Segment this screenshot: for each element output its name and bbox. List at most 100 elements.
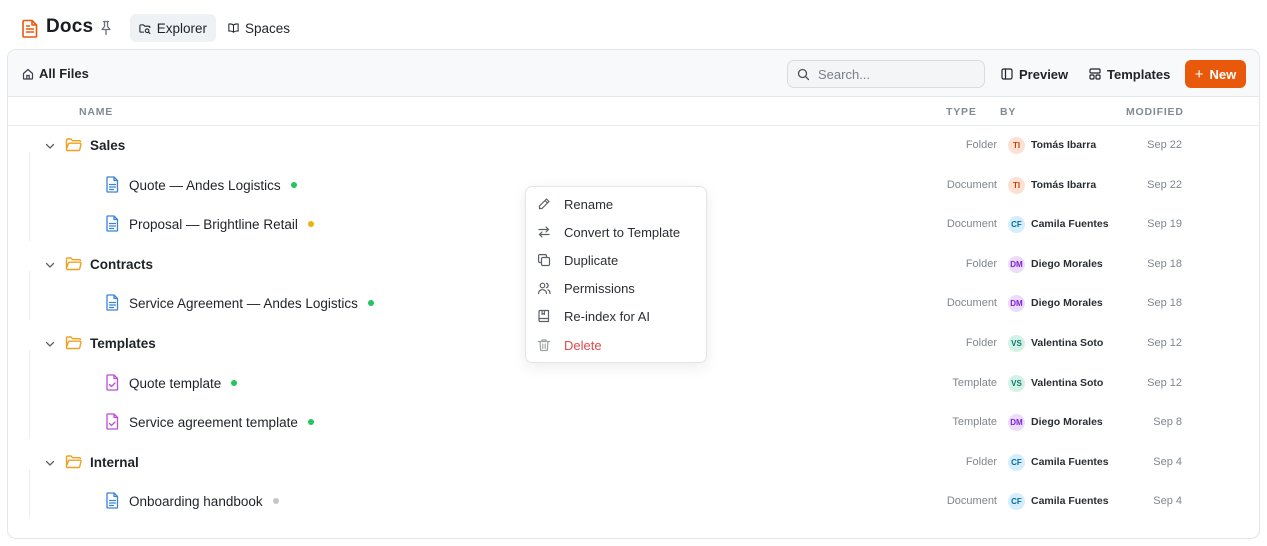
menu-item-duplicate[interactable]: Duplicate (526, 246, 706, 274)
users-icon (537, 282, 551, 295)
trash-icon (537, 339, 551, 352)
row-name-text: Internal (90, 455, 139, 470)
search-input[interactable] (818, 66, 978, 82)
row-name[interactable]: Quote — Andes Logistics (129, 178, 297, 193)
row-type: Document (946, 218, 997, 230)
top-bar: Docs Explorer Spaces (0, 0, 1267, 56)
open-book-icon (228, 23, 239, 33)
breadcrumb[interactable]: All Files (22, 66, 89, 81)
menu-item-delete[interactable]: Delete (526, 331, 706, 359)
templates-layout-icon (1089, 68, 1101, 80)
row-modified: Sep 4 (1153, 495, 1182, 507)
avatar: DM (1008, 256, 1025, 273)
template-row[interactable]: Quote template Template VS Valentina Soto Se… (8, 364, 1259, 404)
templates-button[interactable]: Templates (1089, 60, 1170, 88)
row-name[interactable]: Sales (90, 138, 125, 153)
tree-guide-line (29, 469, 30, 518)
document-row[interactable]: Onboarding handbook Document CF Camila Fuen… (8, 482, 1259, 522)
tree-guide-line (29, 271, 30, 320)
table-header: NAME TYPE BY MODIFIED (8, 98, 1259, 126)
menu-item-label: Duplicate (564, 252, 619, 268)
row-name[interactable]: Contracts (90, 257, 153, 272)
row-name[interactable]: Service agreement template (129, 415, 314, 430)
tab-explorer-label: Explorer (156, 20, 207, 36)
column-header-type[interactable]: TYPE (946, 106, 977, 118)
status-dot (272, 498, 279, 504)
chevron-down-icon[interactable] (45, 339, 55, 349)
column-header-modified[interactable]: MODIFIED (1126, 106, 1184, 118)
document-file-icon (106, 176, 119, 193)
avatar: VS (1008, 375, 1025, 392)
row-owner: Camila Fuentes (1031, 495, 1109, 507)
avatar: CF (1008, 454, 1025, 471)
tab-spaces[interactable]: Spaces (219, 14, 299, 42)
avatar: DM (1008, 414, 1025, 431)
breadcrumb-label: All Files (39, 66, 89, 81)
column-header-name[interactable]: NAME (79, 106, 113, 118)
row-owner: Valentina Soto (1031, 337, 1104, 349)
row-name-text: Templates (90, 336, 156, 351)
chevron-down-icon[interactable] (45, 458, 55, 468)
menu-item-label: Re-index for AI (564, 308, 650, 324)
row-owner: Camila Fuentes (1031, 218, 1109, 230)
menu-item-rename[interactable]: Rename (526, 190, 706, 218)
row-name-text: Proposal — Brightline Retail (129, 217, 298, 232)
status-dot (290, 182, 297, 188)
row-name[interactable]: Quote template (129, 376, 238, 391)
folder-row[interactable]: Sales Folder TI Tomás Ibarra Sep 22 (8, 126, 1259, 166)
row-owner: Valentina Soto (1031, 377, 1104, 389)
menu-item-permissions[interactable]: Permissions (526, 274, 706, 302)
row-modified: Sep 4 (1153, 456, 1182, 468)
row-type: Document (946, 495, 997, 507)
preview-panel-icon (1001, 68, 1013, 80)
context-menu: Rename Convert to Template Duplicate Permis… (525, 186, 707, 363)
menu-item-convert-to-template[interactable]: Convert to Template (526, 218, 706, 246)
row-modified: Sep 19 (1147, 218, 1182, 230)
row-owner: Diego Morales (1031, 297, 1103, 309)
templates-button-label: Templates (1107, 66, 1171, 82)
document-logo-icon (22, 19, 38, 38)
copy-icon (538, 254, 551, 267)
pin-icon[interactable] (99, 20, 113, 36)
row-owner: Diego Morales (1031, 258, 1103, 270)
row-modified: Sep 18 (1147, 297, 1182, 309)
new-button[interactable]: + New (1185, 60, 1246, 88)
chevron-down-icon[interactable] (45, 260, 55, 270)
avatar: CF (1008, 493, 1025, 510)
status-dot (307, 419, 314, 425)
row-owner: Camila Fuentes (1031, 456, 1109, 468)
row-name[interactable]: Templates (90, 336, 156, 351)
swap-arrows-icon (538, 226, 550, 238)
row-type: Folder (965, 258, 997, 270)
row-name[interactable]: Service Agreement — Andes Logistics (129, 296, 374, 311)
row-name[interactable]: Onboarding handbook (129, 494, 279, 509)
row-name-text: Contracts (90, 257, 154, 272)
tree-guide-line (29, 350, 30, 439)
folder-open-icon (65, 455, 82, 469)
template-row[interactable]: Service agreement template Template DM Dieg… (8, 403, 1259, 443)
menu-item-label: Delete (564, 337, 602, 353)
row-owner: Diego Morales (1031, 416, 1103, 428)
chevron-down-icon[interactable] (45, 141, 55, 151)
avatar: TI (1008, 177, 1025, 194)
row-name[interactable]: Internal (90, 455, 139, 470)
avatar: CF (1008, 216, 1025, 233)
row-type: Document (946, 179, 997, 191)
search-box[interactable] (787, 60, 985, 88)
row-name-text: Quote template (129, 376, 222, 391)
preview-button[interactable]: Preview (1001, 60, 1068, 88)
tree-guide-line (29, 152, 30, 241)
row-name-text: Quote — Andes Logistics (129, 178, 281, 193)
search-icon (797, 68, 810, 80)
folder-row[interactable]: Internal Folder CF Camila Fuentes Sep 4 (8, 443, 1259, 483)
row-name[interactable]: Proposal — Brightline Retail (129, 217, 314, 232)
menu-item-label: Permissions (564, 280, 635, 296)
row-type: Folder (965, 337, 997, 349)
menu-item-re-index-for-ai[interactable]: Re-index for AI (526, 302, 706, 330)
row-type: Folder (965, 139, 997, 151)
column-header-by[interactable]: BY (1000, 106, 1016, 118)
status-dot (307, 221, 314, 227)
tab-explorer[interactable]: Explorer (130, 14, 216, 42)
menu-item-label: Rename (564, 196, 614, 212)
app-title: Docs (46, 16, 94, 37)
